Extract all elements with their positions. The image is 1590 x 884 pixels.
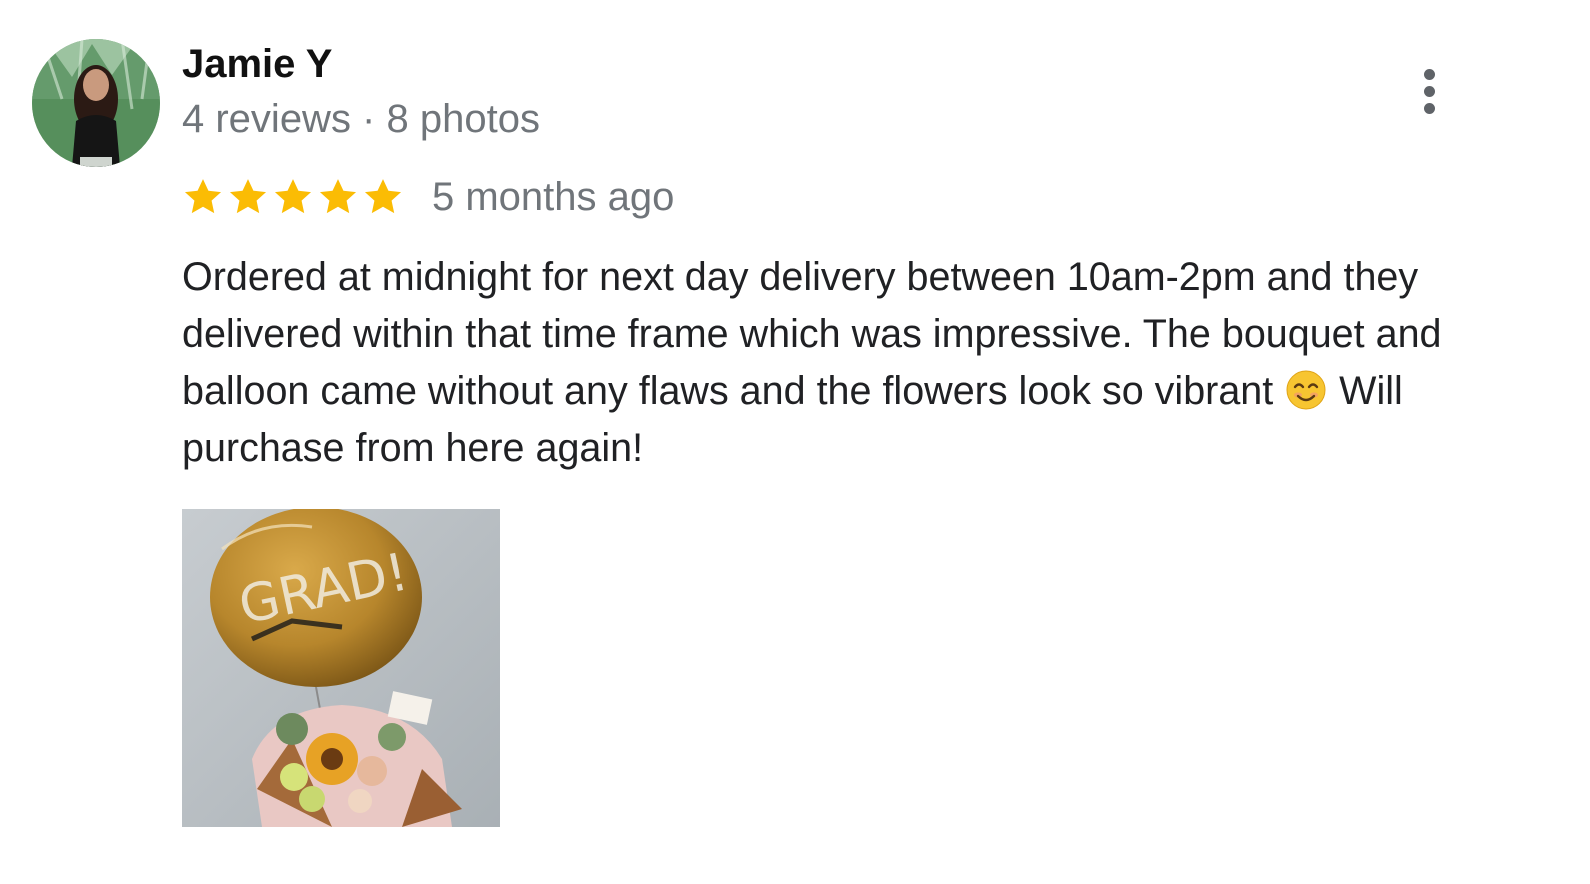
review-card: Jamie Y 4 reviews · 8 photos 5 months ag… bbox=[0, 0, 1590, 884]
star-icon bbox=[317, 176, 359, 218]
reviewer-name[interactable]: Jamie Y bbox=[182, 40, 333, 88]
star-rating bbox=[182, 176, 404, 218]
review-text-part: Ordered at midnight for next day deliver… bbox=[182, 255, 1442, 413]
reviewer-stats: 4 reviews · 8 photos bbox=[182, 97, 540, 141]
more-vert-icon bbox=[1423, 68, 1435, 80]
reviewer-avatar[interactable] bbox=[32, 39, 160, 167]
star-icon bbox=[182, 176, 224, 218]
rating-row: 5 months ago bbox=[182, 172, 674, 222]
star-icon bbox=[227, 176, 269, 218]
review-text: Ordered at midnight for next day deliver… bbox=[182, 249, 1522, 477]
review-photo[interactable]: GRAD! bbox=[182, 509, 500, 827]
more-vert-icon bbox=[1423, 85, 1435, 97]
star-icon bbox=[362, 176, 404, 218]
avatar-image bbox=[32, 39, 160, 167]
review-date: 5 months ago bbox=[432, 175, 675, 219]
more-vert-icon bbox=[1423, 102, 1435, 114]
more-options-button[interactable] bbox=[1408, 62, 1450, 120]
star-icon bbox=[272, 176, 314, 218]
bouquet-balloon-photo: GRAD! bbox=[182, 509, 500, 827]
smiling-face-icon bbox=[1286, 370, 1326, 410]
